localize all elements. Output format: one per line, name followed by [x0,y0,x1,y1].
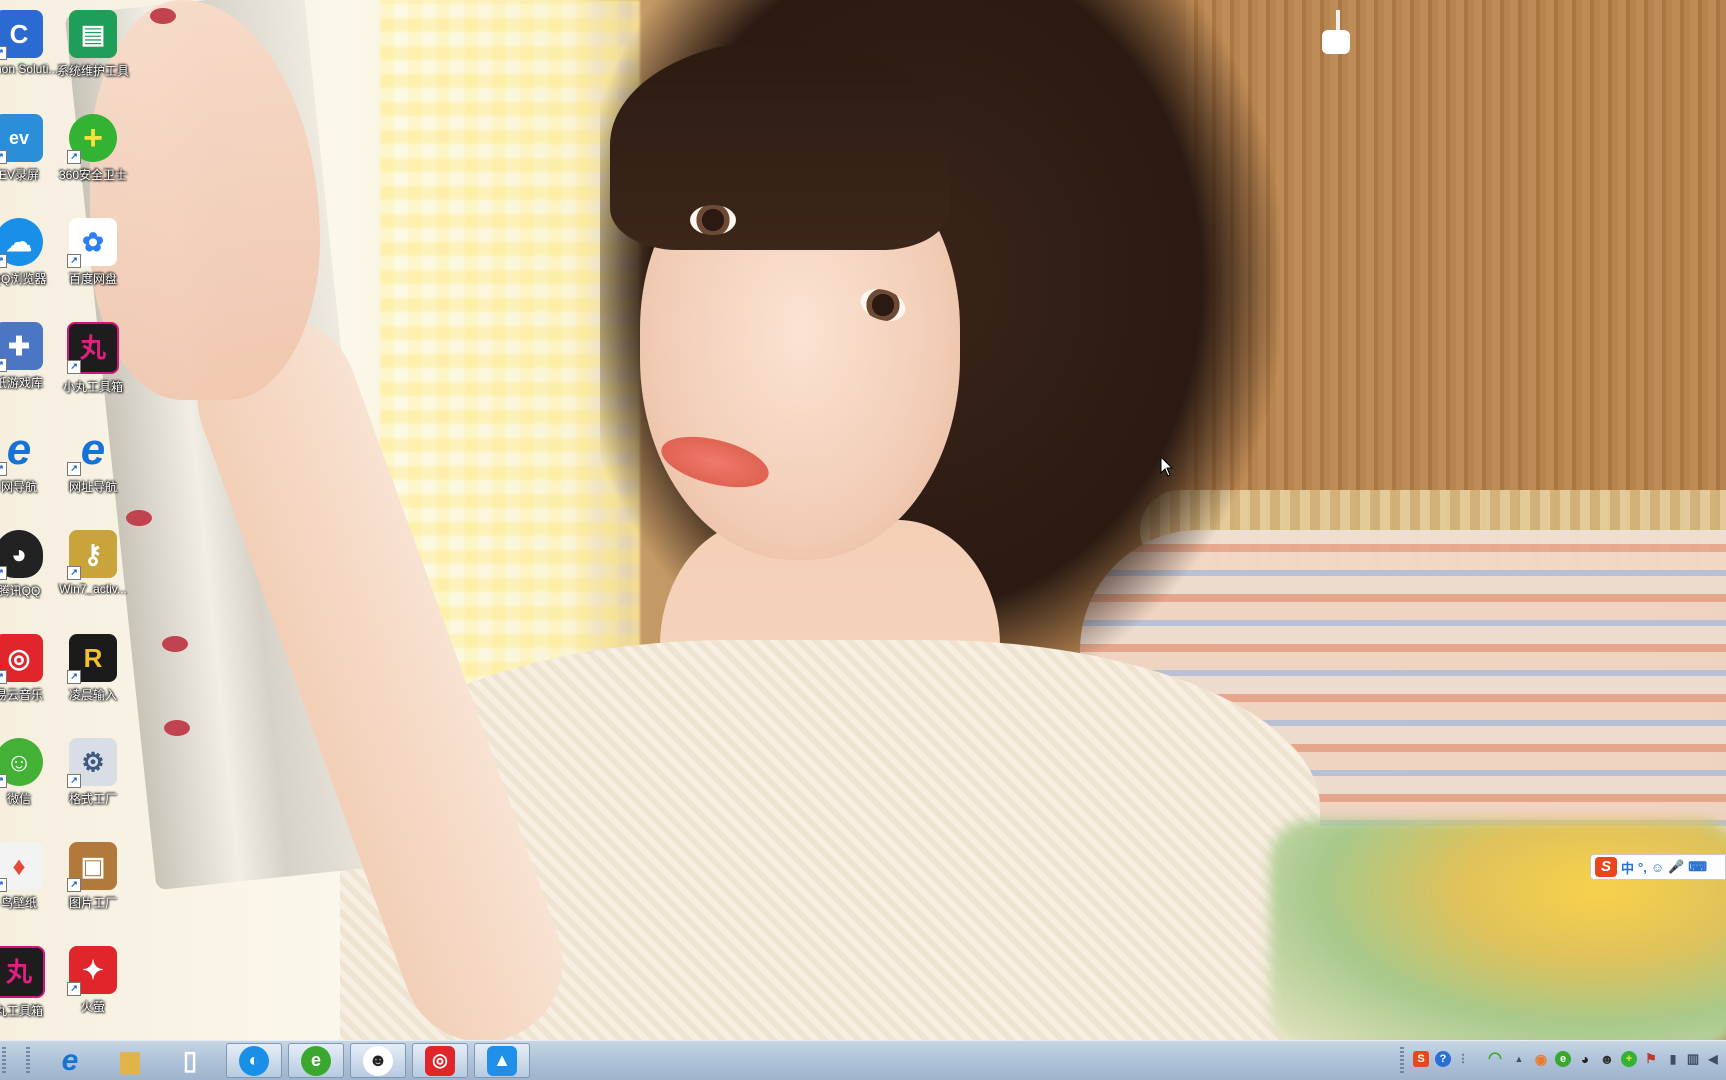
wifi-icon[interactable]: ◠ [1487,1051,1503,1067]
system-tray: S ? ⋮ ◠ ▲ ◉ e ◕ ☻ + ⚑ ▮ ▥ ◀ [1395,1041,1726,1080]
ie-navigation-icon: e↗ [0,426,43,476]
qq-browser-icon: ☁↗ [0,218,43,268]
desktop-icon-label: 格式工厂 [68,792,117,806]
volume-icon[interactable]: ◀ [1705,1051,1721,1067]
desktop-icon-label: 图片工厂 [68,896,117,910]
desktop-icon-label: Win7_activ... [59,582,127,596]
flag-icon[interactable]: ⚑ [1643,1051,1659,1067]
desktop-icon-r-input[interactable]: R ↗ 凌晨输入 [48,624,138,714]
green-e-icon: e [301,1045,331,1076]
desktop-icon-label: 百度网盘 [68,272,117,286]
left-eye [690,205,736,235]
desktop-icon-label: 360安全卫士 [58,168,128,182]
ie-navigation-icon: e↗ [67,426,117,476]
bird-wallpaper-icon: ♦↗ [0,842,43,892]
sogou-ime-icon[interactable]: S [1413,1051,1429,1067]
desktop-icon-win7-activator[interactable]: ⚷ ↗ Win7_activ... [48,520,138,610]
r-input-icon: R ↗ [67,634,117,684]
desktop-icon-huoying[interactable]: ✦ ↗ 火萤 [48,936,138,1026]
fingernail [162,636,188,652]
qq-browser-taskbar-button[interactable]: ◐ [226,1043,282,1078]
desktop-icon-label: 火萤 [80,1000,105,1014]
desktop-icon-label: 小丸工具箱 [62,380,123,394]
fingernail [150,8,176,24]
network-icon[interactable]: ▥ [1685,1051,1701,1067]
ime-mode-toggle[interactable]: 中 [1621,858,1634,877]
bangs [610,40,950,250]
ev-recorder-icon: ev↗ [0,114,43,164]
qq-penguin-icon: ◕↗ [0,530,43,580]
mountain-app-icon: ▲ [487,1045,517,1076]
green-app-icon[interactable]: e [1555,1051,1571,1067]
taskbar: e ▆ ▯ ◐ e ☻ ◎ ▲ S ? ⋮ ◠ ▲ ◉ e ◕ ☻ + ⚑ ▮ … [0,1040,1726,1080]
hanging-ornament [1322,30,1350,54]
tray-expand-icon[interactable]: ⋮ [1455,1051,1471,1067]
microphone-icon[interactable]: 🎤 [1668,859,1684,875]
baidu-netdisk-icon: ✿ ↗ [67,218,117,268]
netease-music-taskbar-button[interactable]: ◎ [412,1043,468,1078]
key-icon: ⚷ ↗ [67,530,117,580]
show-hidden-icon[interactable]: ▲ [1511,1051,1527,1067]
desktop-icon-360-security[interactable]: + ↗ 360安全卫士 [48,104,138,194]
desktop-icon-baidu-netdisk[interactable]: ✿ ↗ 百度网盘 [48,208,138,298]
desktop-icon-format-factory[interactable]: ⚙ ↗ 格式工厂 [48,728,138,818]
sogou-logo-icon[interactable]: S [1595,857,1617,877]
explorer-taskbar-button[interactable]: ▆ [102,1043,158,1078]
desktop-icon-xiaowan-toolbox[interactable]: 丸 ↗ 小丸工具箱 [48,312,138,402]
xiaowan-toolbox-icon: 丸 [0,946,45,998]
green-browser-taskbar-button[interactable]: e [288,1043,344,1078]
user-tray-icon[interactable]: ☻ [1599,1051,1615,1067]
desktop-icon-label: 凌晨输入 [68,688,117,702]
internet-explorer-icon: e [61,1043,79,1077]
desktop-icon-url-navigation[interactable]: e ↗ 网址导航 [48,416,138,506]
document-taskbar-button[interactable]: ▯ [162,1043,218,1078]
qq-browser-icon: ◐ [239,1045,269,1076]
desktop-icon-label: 网址导航 [68,480,117,494]
xiaowan-toolbox-icon: 丸 ↗ [67,322,119,374]
ime-toolbar[interactable]: S 中 °, ☺ 🎤 ⌨ [1590,854,1726,880]
panda-icon: ☻ [363,1045,393,1076]
game-library-icon: ✚↗ [0,322,43,372]
ie-taskbar-button[interactable]: e [42,1043,98,1078]
keyboard-icon[interactable]: ⌨ [1688,859,1707,875]
huoying-icon: ✦ ↗ [67,946,117,996]
canon-icon: C↗ [0,10,43,60]
power-icon[interactable]: ▮ [1665,1051,1681,1067]
360-security-icon: + ↗ [67,114,117,164]
emoji-icon[interactable]: ☺ [1651,860,1664,875]
folder-icon: ▆ [120,1047,140,1074]
netease-music-icon: ◎↗ [0,634,43,684]
desktop-icon-label: 系统维护工具 [56,64,129,78]
color-app-icon[interactable]: ◉ [1533,1051,1549,1067]
mouse-cursor-icon [1160,456,1174,477]
panda-taskbar-button[interactable]: ☻ [350,1043,406,1078]
taskbar-grip[interactable] [2,1047,6,1075]
wechat-icon: ☺↗ [0,738,43,788]
netease-music-icon: ◎ [425,1045,455,1076]
help-icon[interactable]: ? [1435,1051,1451,1067]
fingernail [164,720,190,736]
360-tray-icon[interactable]: + [1621,1051,1637,1067]
app-taskbar-button[interactable]: ▲ [474,1043,530,1078]
blurred-bottle [1270,820,1726,1040]
blank-document-icon: ▯ [182,1045,198,1075]
format-factory-icon: ⚙ ↗ [67,738,117,788]
folder-tools-icon: ▤ [69,10,117,58]
qq-tray-icon[interactable]: ◕ [1577,1051,1593,1067]
desktop-wallpaper [0,0,1726,1040]
quick-launch-grip[interactable] [26,1047,30,1075]
picture-factory-icon: ▣ ↗ [67,842,117,892]
desktop-icon-picture-factory[interactable]: ▣ ↗ 图片工厂 [48,832,138,922]
desktop-icon-system-tools[interactable]: ▤ 系统维护工具 [48,0,138,90]
ime-punctuation-toggle[interactable]: °, [1638,860,1647,875]
